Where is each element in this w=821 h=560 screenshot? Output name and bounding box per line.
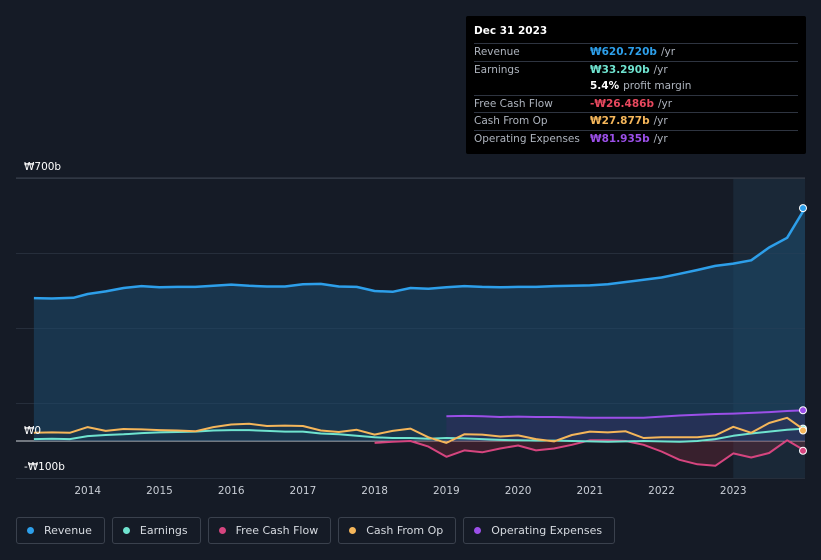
legend-item-operating-expenses[interactable]: Operating Expenses xyxy=(463,517,616,544)
tooltip-unit: profit margin xyxy=(623,80,692,92)
cash-from-op-end-point xyxy=(799,426,807,435)
x-tick-label: 2019 xyxy=(433,485,460,497)
tooltip-unit: /yr xyxy=(653,63,668,76)
x-tick-label: 2023 xyxy=(720,485,747,497)
tooltip-row-cash-from-op: Cash From Op ₩27.877b /yr xyxy=(474,112,798,130)
data-tooltip: Dec 31 2023 Revenue ₩620.720b /yr Earnin… xyxy=(466,16,806,154)
legend-label: Operating Expenses xyxy=(491,524,603,537)
tooltip-unit: /yr xyxy=(657,97,673,110)
x-tick-label: 2018 xyxy=(361,485,388,497)
tooltip-unit: /yr xyxy=(660,46,676,58)
tooltip-label: Revenue xyxy=(474,46,520,58)
tooltip-row-operating-expenses: Operating Expenses ₩81.935b /yr xyxy=(474,129,798,148)
y-tick-label: ₩0 xyxy=(24,425,41,437)
legend-label: Earnings xyxy=(139,524,188,537)
legend-dot-icon xyxy=(27,527,34,534)
tooltip-row-revenue: Revenue ₩620.720b /yr xyxy=(474,43,798,61)
tooltip-row-earnings: Earnings ₩33.290b /yr xyxy=(474,60,798,79)
operating-expenses-end-point xyxy=(799,406,807,415)
tooltip-value: -₩26.486b xyxy=(590,97,654,110)
tooltip-value: ₩27.877b xyxy=(590,115,650,127)
tooltip-value: ₩620.720b xyxy=(590,46,657,58)
legend-label: Free Cash Flow xyxy=(235,524,319,537)
legend-dot-icon xyxy=(474,527,482,534)
legend-label: Cash From Op xyxy=(366,524,444,537)
revenue-end-point xyxy=(799,204,807,213)
x-tick-label: 2022 xyxy=(648,485,675,497)
tooltip-label: Free Cash Flow xyxy=(474,97,553,110)
legend-item-earnings[interactable]: Earnings xyxy=(111,517,201,544)
tooltip-value: ₩33.290b xyxy=(590,63,650,76)
y-tick-label: -₩100b xyxy=(24,461,65,473)
x-tick-label: 2017 xyxy=(290,485,317,497)
tooltip-label: Operating Expenses xyxy=(474,132,580,145)
revenue-area xyxy=(33,208,805,441)
tooltip-row-profit-margin: 5.4% profit margin xyxy=(474,78,798,95)
legend-item-revenue[interactable]: Revenue xyxy=(16,517,105,544)
tooltip-unit: /yr xyxy=(653,132,668,145)
x-tick-label: 2020 xyxy=(505,485,532,497)
x-tick-label: 2021 xyxy=(576,485,603,497)
free-cash-flow-end-point xyxy=(799,446,807,455)
x-tick-label: 2016 xyxy=(218,485,245,497)
legend-dot-icon xyxy=(349,527,357,534)
tooltip-label: Earnings xyxy=(474,63,520,76)
legend-label: Revenue xyxy=(44,524,92,537)
tooltip-value: 5.4% xyxy=(590,80,620,92)
x-tick-label: 2014 xyxy=(74,485,101,497)
tooltip-value: ₩81.935b xyxy=(590,132,650,145)
tooltip-label: Cash From Op xyxy=(474,115,548,127)
legend-item-free-cash-flow[interactable]: Free Cash Flow xyxy=(207,517,332,544)
y-tick-label: ₩700b xyxy=(24,161,61,173)
tooltip-unit: /yr xyxy=(653,115,668,127)
tooltip-date: Dec 31 2023 xyxy=(474,25,548,37)
tooltip-label xyxy=(474,78,590,95)
x-tick-label: 2015 xyxy=(146,485,173,497)
legend-item-cash-from-op[interactable]: Cash From Op xyxy=(338,517,457,544)
chart-legend: Revenue Earnings Free Cash Flow Cash Fro… xyxy=(16,517,616,546)
legend-dot-icon xyxy=(218,527,226,534)
tooltip-row-free-cash-flow: Free Cash Flow -₩26.486b /yr xyxy=(474,94,798,113)
legend-dot-icon xyxy=(122,527,130,534)
